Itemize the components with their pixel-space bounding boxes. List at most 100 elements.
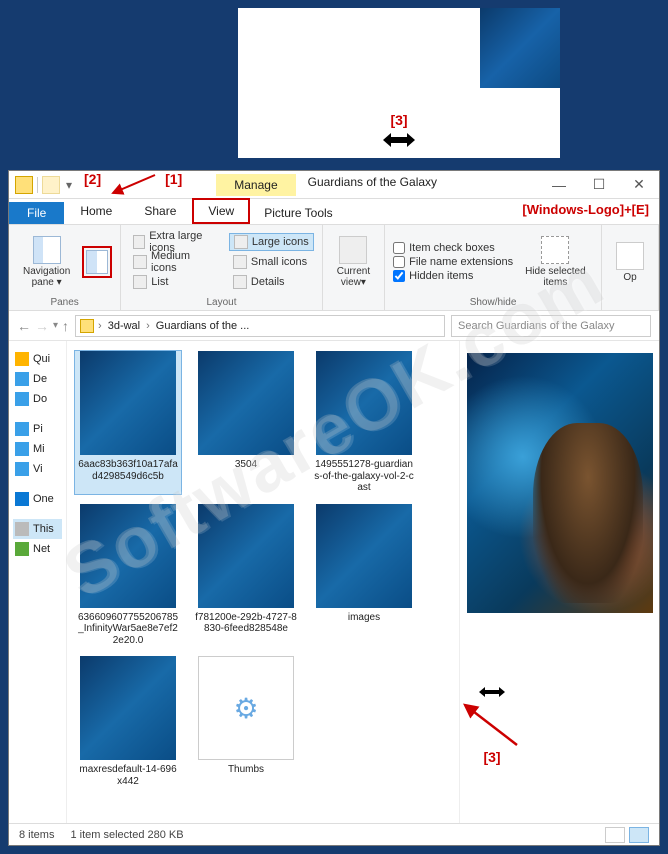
callout-3-top: [3] [390,112,407,128]
navigation-pane-button[interactable]: Navigation pane ▾ [17,234,76,290]
view-details-button[interactable] [605,827,625,843]
check-hidden-items[interactable]: Hidden items [393,270,513,282]
ribbon-group-layout: Extra large icons Large icons Medium ico… [121,225,323,310]
image-thumbnail [80,504,176,608]
tab-view[interactable]: View [192,198,250,224]
chevron-right-icon[interactable]: › [98,320,102,332]
history-dropdown-icon[interactable]: ▾ [53,320,58,331]
preview-pane-icon [86,250,108,274]
file-name: maxresdefault-14-696x442 [75,764,181,787]
group-label-panes: Panes [17,295,112,308]
layout-icon [133,255,147,269]
sidebar-item-thispc[interactable]: This [13,519,62,539]
arrow-annotation-icon [457,699,527,749]
shortcut-annotation: [Windows-Logo]+[E] [522,202,649,217]
sidebar-item-pictures[interactable]: Pi [13,419,62,439]
pc-icon [15,522,29,536]
layout-small[interactable]: Small icons [229,253,314,271]
file-explorer-window: ▾ [2] [1] Manage Guardians of the Galaxy… [8,170,660,846]
layout-medium[interactable]: Medium icons [129,253,221,271]
file-item[interactable]: 3504 [193,351,299,494]
layout-details[interactable]: Details [229,273,314,291]
current-view-button[interactable]: Current view▾ [331,234,376,290]
layout-options: Extra large icons Large icons Medium ico… [129,233,314,291]
sidebar: Qui De Do Pi Mi Vi One This Net [9,341,67,823]
quick-access-toolbar: ▾ [9,171,80,198]
ribbon-group-current-view: Current view▾ [323,225,385,310]
preview-pane-toggle[interactable] [82,246,112,278]
check-file-extensions[interactable]: File name extensions [393,256,513,268]
status-count: 8 items [19,829,54,841]
file-name: Thumbs [226,764,266,776]
ribbon-tabs: File Home Share View Picture Tools [Wind… [9,199,659,225]
breadcrumb[interactable]: › 3d-wal › Guardians of the ... [75,315,445,337]
file-item[interactable]: 636609607755206785_InfinityWar5ae8e7ef22… [75,504,181,647]
sidebar-item-onedrive[interactable]: One [13,489,62,509]
file-item[interactable]: f781200e-292b-4727-8830-6feed828548e [193,504,299,647]
group-label-showhide: Show/hide [393,295,593,308]
status-selection: 1 item selected 280 KB [70,829,183,841]
callout-1: [1] [161,171,186,198]
back-button[interactable]: ← [17,318,31,334]
file-item[interactable]: Thumbs [193,656,299,787]
sidebar-item-downloads[interactable]: Do [13,389,62,409]
titlebar: ▾ [2] [1] Manage Guardians of the Galaxy… [9,171,659,199]
close-button[interactable]: ✕ [619,171,659,198]
ribbon-group-options: Op [602,225,659,310]
file-item[interactable]: maxresdefault-14-696x442 [75,656,181,787]
separator [37,177,38,193]
resize-horizontal-icon [381,130,417,150]
options-button[interactable]: Op [610,240,650,285]
explorer-body: Qui De Do Pi Mi Vi One This Net 6aac83b3… [9,341,659,823]
folder-icon [80,319,94,333]
content-area: 6aac83b363f10a17afad4298549d6c5b 35041495… [67,341,659,823]
sidebar-item-quick[interactable]: Qui [13,349,62,369]
file-name: 6aac83b363f10a17afad4298549d6c5b [75,459,181,482]
view-icons-button[interactable] [629,827,649,843]
window-controls: — ☐ ✕ [539,171,659,198]
status-bar: 8 items 1 item selected 280 KB [9,823,659,845]
music-icon [15,442,29,456]
sidebar-item-desktop[interactable]: De [13,369,62,389]
layout-icon [133,275,147,289]
breadcrumb-seg[interactable]: Guardians of the ... [154,320,252,332]
context-tab-manage[interactable]: Manage [216,174,295,196]
maximize-button[interactable]: ☐ [579,171,619,198]
hide-selected-button[interactable]: Hide selected items [519,234,592,290]
file-item[interactable]: 1495551278-guardians-of-the-galaxy-vol-2… [311,351,417,494]
chevron-right-icon[interactable]: › [146,320,150,332]
file-item[interactable]: images [311,504,417,647]
ribbon-group-panes: Navigation pane ▾ Panes [9,225,121,310]
sidebar-item-videos[interactable]: Vi [13,459,62,479]
layout-list[interactable]: List [129,273,221,291]
tab-home[interactable]: Home [64,198,128,224]
up-button[interactable]: ↑ [62,318,69,334]
file-grid[interactable]: 6aac83b363f10a17afad4298549d6c5b 35041495… [67,341,459,823]
top-image-strip: [3] [238,8,560,158]
breadcrumb-seg[interactable]: 3d-wal [106,320,142,332]
sidebar-item-network[interactable]: Net [13,539,62,559]
cloud-icon [15,492,29,506]
layout-icon [233,275,247,289]
check-item-checkboxes[interactable]: Item check boxes [393,242,513,254]
qat-dropdown-icon[interactable]: ▾ [64,178,74,192]
resize-indicator-callout: [3] [457,685,527,765]
file-item[interactable]: 6aac83b363f10a17afad4298549d6c5b [75,351,181,494]
ribbon: Navigation pane ▾ Panes Extra large icon… [9,225,659,311]
callout-3-body: [3] [483,749,500,765]
forward-button[interactable]: → [35,318,49,334]
group-label-layout: Layout [129,295,314,308]
layout-large[interactable]: Large icons [229,233,314,251]
search-input[interactable]: Search Guardians of the Galaxy [451,315,651,337]
tab-share[interactable]: Share [128,198,192,224]
minimize-button[interactable]: — [539,171,579,198]
tab-picture-tools[interactable]: Picture Tools [250,202,346,224]
layout-extra-large[interactable]: Extra large icons [129,233,221,251]
sidebar-item-music[interactable]: Mi [13,439,62,459]
hide-items-icon [541,236,569,264]
image-thumbnail [198,504,294,608]
ribbon-group-showhide: Item check boxes File name extensions Hi… [385,225,602,310]
image-thumbnail [80,656,176,760]
tab-file[interactable]: File [9,202,64,224]
layout-icon [234,235,248,249]
